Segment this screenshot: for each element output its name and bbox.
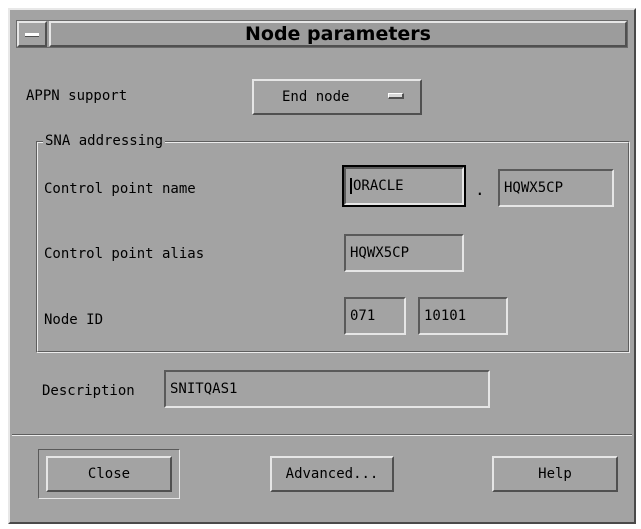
window-menu-icon: [25, 33, 39, 37]
node-id-number-value: 10101: [424, 308, 467, 324]
control-point-name-label: Control point name: [44, 181, 196, 197]
description-label: Description: [42, 383, 135, 399]
control-point-name-value: HQWX5CP: [504, 180, 564, 196]
button-area-separator: [12, 434, 632, 436]
node-id-block-value: 071: [350, 308, 376, 324]
appn-support-value: End node: [282, 89, 350, 105]
control-point-alias-label: Control point alias: [44, 246, 205, 262]
title-bar: Node parameters: [16, 20, 628, 48]
advanced-button[interactable]: Advanced...: [270, 456, 394, 492]
help-button[interactable]: Help: [492, 456, 618, 492]
text-cursor: [350, 178, 352, 194]
control-point-alias-value: HQWX5CP: [350, 245, 410, 261]
option-menu-indicator-icon: [388, 93, 404, 99]
control-point-network-field[interactable]: ORACLE: [342, 165, 466, 207]
name-separator: .: [475, 180, 485, 199]
window-menu-button[interactable]: [17, 21, 47, 47]
description-value: SNITQAS1: [170, 381, 238, 397]
close-button[interactable]: Close: [46, 456, 172, 492]
node-parameters-dialog: Node parameters APPN support End node SN…: [8, 8, 636, 524]
appn-support-option-menu[interactable]: End node: [252, 79, 422, 115]
node-id-label: Node ID: [44, 312, 104, 328]
control-point-alias-field[interactable]: HQWX5CP: [344, 234, 464, 272]
control-point-network-value: ORACLE: [353, 178, 404, 194]
node-id-number-field[interactable]: 10101: [418, 297, 508, 335]
description-field[interactable]: SNITQAS1: [164, 370, 490, 408]
window-title[interactable]: Node parameters: [49, 21, 627, 47]
node-id-block-field[interactable]: 071: [344, 297, 406, 335]
control-point-name-field[interactable]: HQWX5CP: [498, 169, 614, 207]
appn-support-label: APPN support: [26, 88, 128, 104]
sna-addressing-title: SNA addressing: [43, 132, 166, 150]
